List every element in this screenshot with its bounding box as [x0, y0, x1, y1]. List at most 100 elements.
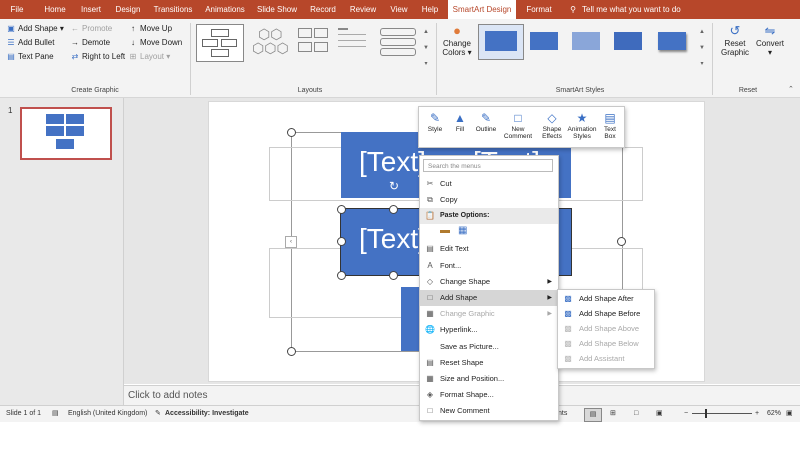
comments-button[interactable]: nts	[558, 406, 567, 422]
submenu-add-shape-below[interactable]: ▩ Add Shape Below	[558, 336, 654, 351]
tab-transitions[interactable]: Transitions	[150, 0, 196, 19]
demote-button[interactable]: → Demote	[70, 38, 110, 47]
paste-option-icon[interactable]: ▬	[440, 225, 454, 238]
move-up-button[interactable]: ↑ Move Up	[128, 24, 172, 33]
menu-item-save-as-picture[interactable]: Save as Picture...	[420, 339, 558, 355]
zoom-in-icon[interactable]: +	[755, 406, 759, 422]
style-thumb-1[interactable]	[478, 24, 524, 60]
layout-thumb-hierarchy[interactable]	[196, 24, 244, 62]
zoom-slider-thumb[interactable]	[705, 409, 707, 418]
style-button[interactable]: ✎ Style	[423, 110, 447, 133]
convert-button[interactable]: ⇋ Convert ▾	[754, 23, 786, 57]
style-thumb-2[interactable]	[526, 24, 562, 58]
language-indicator[interactable]: English (United Kingdom)	[68, 406, 147, 422]
tab-design[interactable]: Design	[112, 0, 144, 19]
style-thumb-5[interactable]	[654, 24, 690, 58]
fill-button[interactable]: ▲ Fill	[449, 110, 471, 133]
style-thumb-3[interactable]	[568, 24, 604, 58]
menu-item-hyperlink[interactable]: 🌐 Hyperlink...	[420, 322, 558, 338]
tab-smartart-design[interactable]: SmartArt Design	[448, 0, 516, 19]
tab-format[interactable]: Format	[522, 0, 556, 19]
tab-help[interactable]: Help	[418, 0, 442, 19]
layout-thumb-hexagon[interactable]: ⬡⬡ ⬡⬡⬡	[248, 24, 289, 60]
normal-view-icon[interactable]: ▤	[584, 408, 602, 422]
menu-search-input[interactable]: Search the menus	[423, 159, 553, 172]
move-down-button[interactable]: ↓ Move Down	[128, 38, 182, 47]
tab-home[interactable]: Home	[40, 0, 70, 19]
tell-me-box[interactable]: Tell me what you want to do	[582, 0, 692, 19]
menu-item-format-shape[interactable]: ◈ Format Shape...	[420, 387, 558, 403]
shape-effects-button[interactable]: ◇ Shape Effects	[539, 110, 565, 140]
promote-button[interactable]: ← Promote	[70, 24, 112, 33]
zoom-slider[interactable]	[692, 413, 752, 414]
styles-scroll[interactable]: ▲ ▼ ▾	[698, 24, 706, 72]
slideshow-icon[interactable]: ▣	[656, 406, 663, 422]
tab-slide-show[interactable]: Slide Show	[254, 0, 300, 19]
submenu-add-shape-after[interactable]: ▩ Add Shape After	[558, 291, 654, 306]
fit-to-window-icon[interactable]: ▣	[786, 406, 793, 422]
resize-handle[interactable]	[337, 237, 346, 246]
resize-handle[interactable]	[287, 347, 296, 356]
reset-group-label: Reset	[738, 87, 758, 94]
change-colors-button[interactable]: ● Change Colors ▾	[442, 23, 472, 57]
rotate-handle-icon[interactable]: ↻	[389, 179, 399, 193]
slide-sorter-icon[interactable]: ⊞	[610, 406, 616, 422]
menu-item-size-and-position[interactable]: ▦ Size and Position...	[420, 371, 558, 387]
effects-icon: ◇	[547, 111, 557, 125]
right-to-left-button[interactable]: ⇄ Right to Left	[70, 52, 126, 61]
resize-handle[interactable]	[337, 271, 346, 280]
resize-handle[interactable]	[389, 271, 398, 280]
menu-item-change-graphic[interactable]: ▦ Change Graphic ▶	[420, 306, 558, 322]
tab-record[interactable]: Record	[306, 0, 340, 19]
resize-handle[interactable]	[287, 128, 296, 137]
add-bullet-button[interactable]: ☰ Add Bullet	[6, 38, 54, 47]
tab-review[interactable]: Review	[346, 0, 380, 19]
menu-item-new-comment[interactable]: □ New Comment	[420, 403, 558, 419]
collapse-ribbon-icon[interactable]: ⌃	[788, 85, 794, 93]
tab-insert[interactable]: Insert	[76, 0, 106, 19]
menu-item-reset-shape[interactable]: ▤ Reset Shape	[420, 355, 558, 371]
menu-item-add-shape[interactable]: □ Add Shape ▶	[420, 290, 558, 306]
text-pane-toggle[interactable]: ‹	[285, 236, 297, 248]
outline-button[interactable]: ✎ Outline	[473, 110, 499, 133]
reset-graphic-button[interactable]: ↺ Reset Graphic	[718, 23, 752, 57]
swap-icon: ⇄	[71, 52, 79, 61]
add-below-icon: ▩	[564, 339, 572, 348]
text-pane-button[interactable]: ▤ Text Pane	[6, 52, 53, 61]
menu-item-copy[interactable]: ⧉ Copy	[420, 192, 558, 208]
create-graphic-group-label: Create Graphic	[71, 87, 119, 94]
submenu-add-shape-above[interactable]: ▩ Add Shape Above	[558, 321, 654, 336]
resize-handle[interactable]	[389, 205, 398, 214]
menu-item-change-shape[interactable]: ◇ Change Shape ▶	[420, 274, 558, 290]
resize-handle[interactable]	[617, 237, 626, 246]
reading-view-icon[interactable]: □	[634, 406, 638, 422]
layout-thumb-list[interactable]	[336, 24, 376, 60]
tab-file[interactable]: File	[4, 0, 30, 19]
animation-styles-button[interactable]: ★ Animation Styles	[567, 110, 597, 140]
layout-thumb-boxes[interactable]	[294, 24, 334, 60]
tab-animations[interactable]: Animations	[202, 0, 248, 19]
new-comment-button[interactable]: □ New Comment	[501, 110, 535, 140]
menu-item-font[interactable]: A Font...	[420, 258, 558, 274]
zoom-level[interactable]: 62%	[767, 406, 781, 422]
spellcheck-icon[interactable]: ▤	[52, 406, 59, 422]
submenu-add-shape-before[interactable]: ▩ Add Shape Before	[558, 306, 654, 321]
menu-item-edit-text[interactable]: ▤ Edit Text	[420, 241, 558, 257]
chevron-right-icon: ▶	[547, 311, 552, 317]
paste-picture-icon[interactable]: ▦	[458, 225, 472, 238]
gallery-scroll[interactable]: ▲ ▼ ▾	[422, 24, 430, 72]
text-box-button[interactable]: ▤ Text Box	[599, 110, 621, 140]
style-thumb-4[interactable]	[610, 24, 646, 58]
shape-text: [Text]	[359, 223, 426, 254]
zoom-out-icon[interactable]: −	[684, 406, 688, 422]
resize-handle[interactable]	[337, 205, 346, 214]
accessibility-indicator[interactable]: Accessibility: Investigate	[165, 406, 249, 422]
slide-thumbnail-1[interactable]	[20, 107, 112, 160]
layout-button[interactable]: ⊞ Layout ▾	[128, 52, 171, 61]
layout-thumb-stacked[interactable]	[378, 24, 418, 60]
add-shape-button[interactable]: ▣ Add Shape ▾	[6, 24, 64, 33]
tab-view[interactable]: View	[386, 0, 412, 19]
menu-item-cut[interactable]: ✂ Cut	[420, 176, 558, 192]
submenu-add-assistant[interactable]: ▩ Add Assistant	[558, 351, 654, 366]
format-icon: ◈	[426, 390, 434, 399]
